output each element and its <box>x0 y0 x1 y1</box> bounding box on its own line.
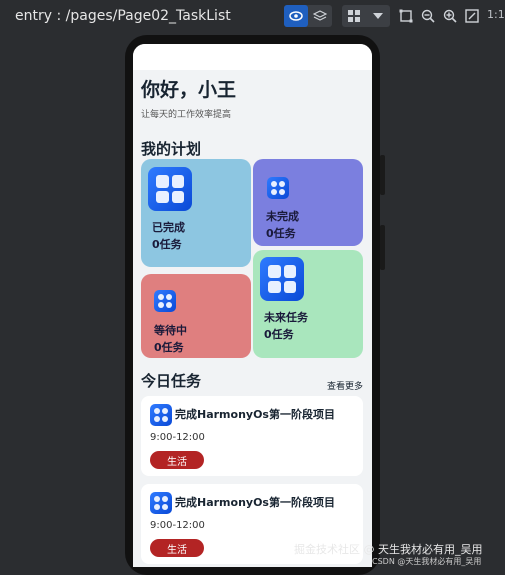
task-tag[interactable]: 生活 <box>150 539 204 557</box>
volume-button <box>380 155 385 195</box>
grid-icon <box>342 5 366 27</box>
task-card[interactable]: 完成HarmonyOs第一阶段项目 9:00-12:00 生活 <box>141 396 363 476</box>
view-more-link[interactable]: 查看更多 <box>327 379 363 392</box>
task-time: 9:00-12:00 <box>150 520 205 531</box>
plan-card-waiting[interactable]: 等待中 0任务 <box>141 274 251 358</box>
preview-toolbar: entry : /pages/Page02_TaskList 1:1 <box>0 0 505 34</box>
plan-card-incomplete[interactable]: 未完成 0任务 <box>253 159 363 246</box>
app-grid-icon <box>267 177 289 199</box>
plan-card-label: 等待中 <box>154 324 187 337</box>
chevron-down-icon <box>366 5 390 27</box>
app-grid-icon <box>150 492 172 514</box>
view-toggle-group <box>284 5 332 27</box>
app-screen: 你好，小王 让每天的工作效率提高 我的计划 已完成 0任务 未完成 0任务 等待… <box>133 44 372 567</box>
greeting-subtitle: 让每天的工作效率提高 <box>141 110 232 120</box>
app-grid-icon <box>154 290 176 312</box>
task-time: 9:00-12:00 <box>150 432 205 443</box>
zoom-reset-button[interactable]: 1:1 <box>487 8 505 21</box>
task-tag[interactable]: 生活 <box>150 451 204 469</box>
plan-card-future[interactable]: 未来任务 0任务 <box>253 250 363 358</box>
app-grid-icon <box>260 257 304 301</box>
task-title: 完成HarmonyOs第一阶段项目 <box>175 408 335 421</box>
eye-icon[interactable] <box>284 5 308 27</box>
fit-icon[interactable] <box>464 8 480 24</box>
plan-section-title: 我的计划 <box>141 140 202 158</box>
app-grid-icon <box>150 404 172 426</box>
app-grid-icon <box>148 167 192 211</box>
watermark: 掘金技术社区 @ 天生我材必有用_吴用 <box>294 543 483 556</box>
watermark-secondary: CSDN @天生我材必有用_吴用 <box>372 557 482 566</box>
plan-card-completed[interactable]: 已完成 0任务 <box>141 159 251 267</box>
page-path: entry : /pages/Page02_TaskList <box>15 8 231 24</box>
plan-card-count: 0任务 <box>152 238 182 251</box>
power-button <box>380 225 385 270</box>
crop-icon[interactable] <box>398 8 414 24</box>
plan-card-count: 0任务 <box>154 341 184 354</box>
greeting-title: 你好，小王 <box>141 79 237 101</box>
plan-card-label: 未完成 <box>266 210 299 223</box>
task-title: 完成HarmonyOs第一阶段项目 <box>175 496 335 509</box>
plan-card-label: 已完成 <box>152 221 185 234</box>
layers-icon[interactable] <box>308 5 332 27</box>
today-section-title: 今日任务 <box>141 372 202 390</box>
status-bar <box>133 44 372 70</box>
layout-dropdown[interactable] <box>342 5 390 27</box>
plan-card-count: 0任务 <box>266 227 296 240</box>
zoom-in-icon[interactable] <box>442 8 458 24</box>
plan-card-label: 未来任务 <box>264 311 308 324</box>
zoom-out-icon[interactable] <box>420 8 436 24</box>
plan-card-count: 0任务 <box>264 328 294 341</box>
